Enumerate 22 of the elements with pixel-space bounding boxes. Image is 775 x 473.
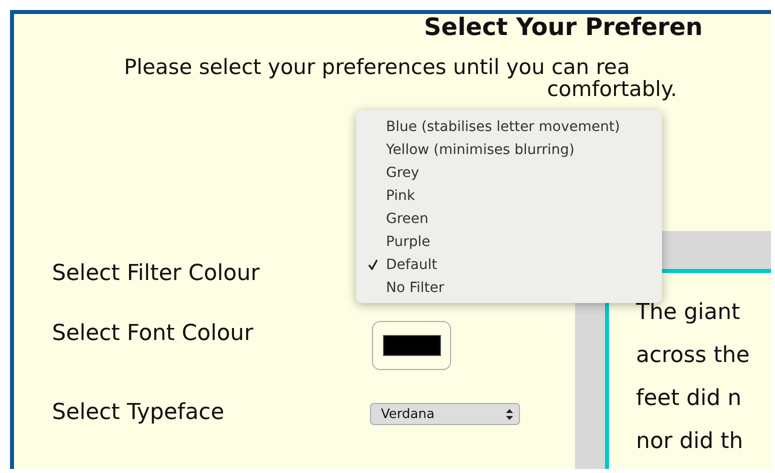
menu-option[interactable]: Grey (356, 161, 662, 184)
preview-text: across the (636, 342, 751, 370)
menu-option[interactable]: Green (356, 207, 662, 230)
select-value: Verdana (381, 406, 434, 422)
color-picker-button[interactable] (372, 320, 451, 370)
preview-text: feet did n (636, 385, 742, 413)
menu-option[interactable]: Default (356, 253, 662, 276)
menu-option[interactable]: Purple (356, 230, 662, 253)
menu-option[interactable]: No Filter (356, 276, 662, 299)
updown-arrows-icon (506, 408, 513, 420)
preview-text: The giant (636, 299, 742, 327)
page-heading: Select Your Preferen (423, 14, 704, 40)
typeface-select[interactable]: Verdana (370, 403, 520, 425)
intro-text: comfortably. (546, 78, 678, 100)
intro-text: Please select your preferences until you can rea (123, 56, 630, 78)
preview-text: nor did th (636, 428, 744, 456)
menu-option[interactable]: Blue (stabilises letter movement) (356, 115, 662, 138)
setting-label: Select Typeface (51, 400, 226, 425)
menu-option[interactable]: Pink (356, 184, 662, 207)
setting-label: Select Filter Colour (51, 260, 261, 286)
menu-option[interactable]: Yellow (minimises blurring) (356, 138, 662, 161)
setting-label: Select Font Colour (51, 320, 254, 346)
